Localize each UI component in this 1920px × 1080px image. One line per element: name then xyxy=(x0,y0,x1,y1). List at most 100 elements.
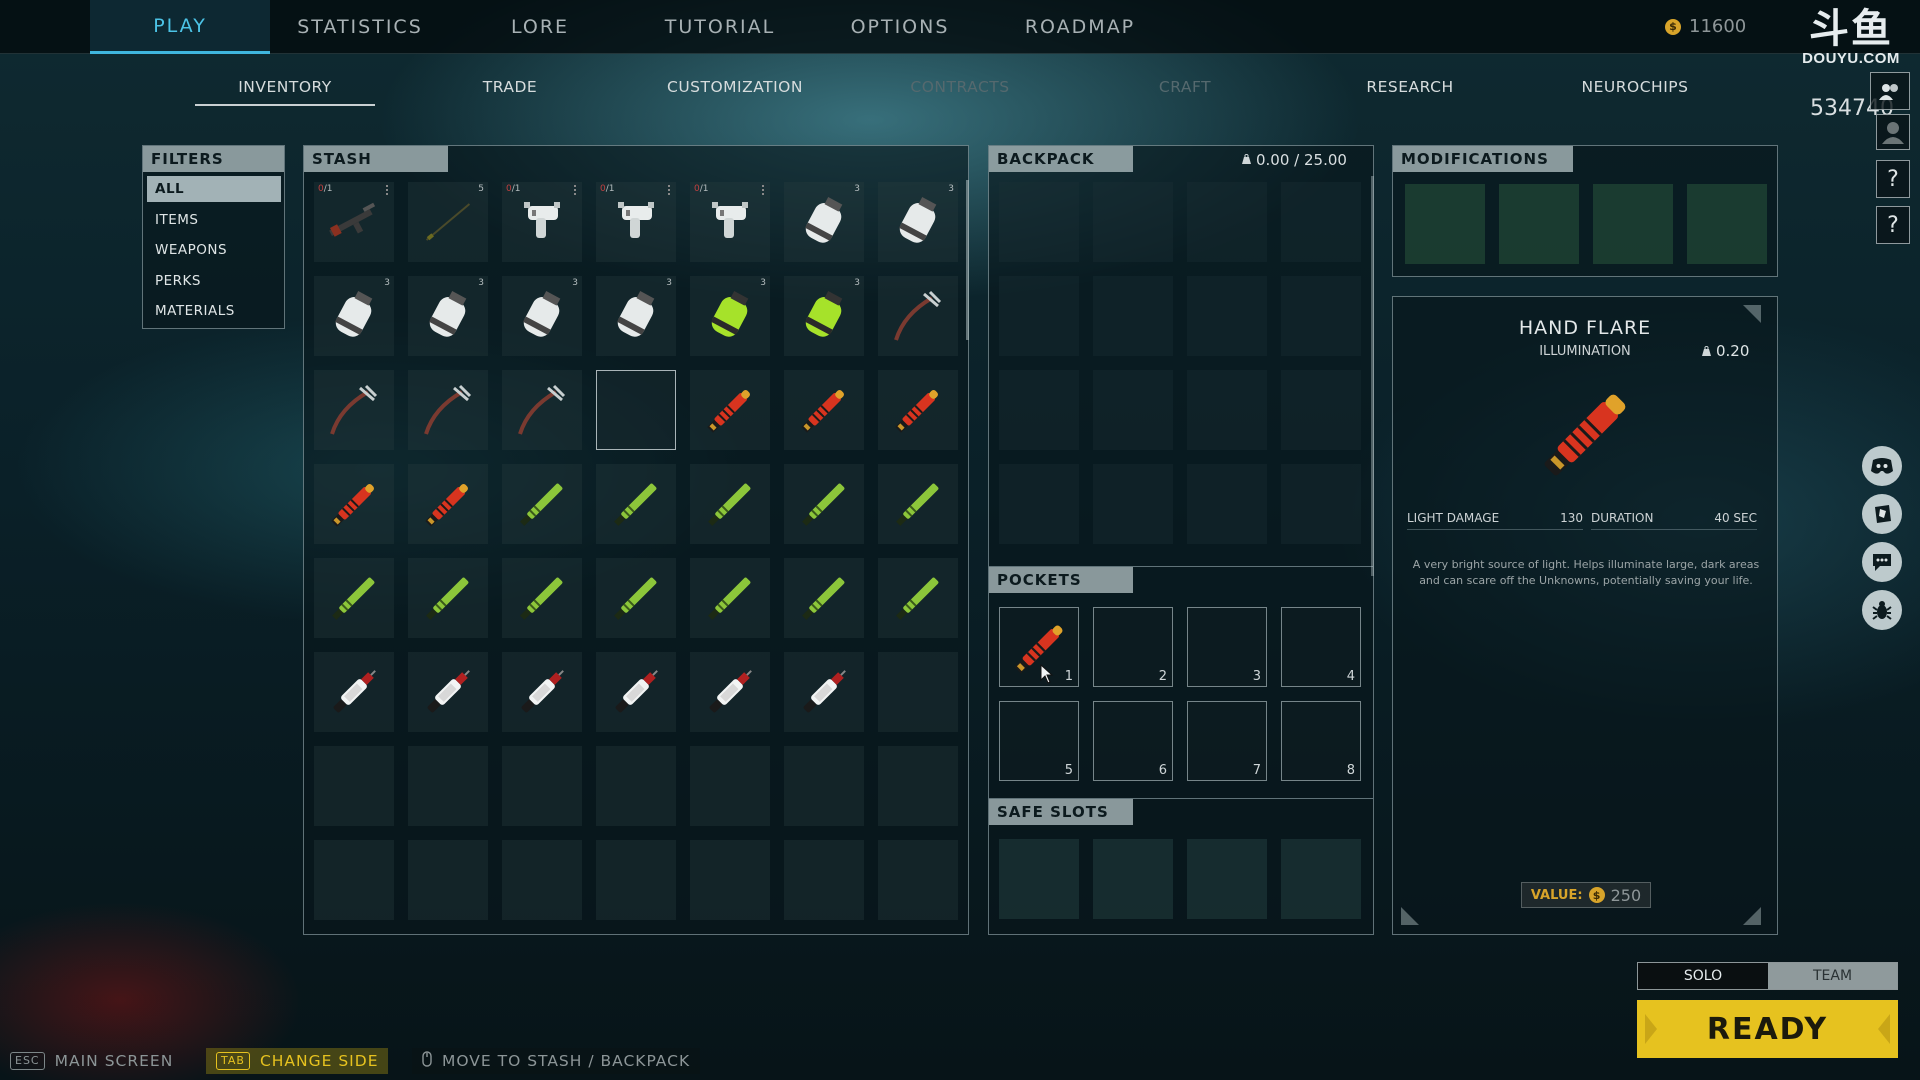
stash-slot-empty[interactable] xyxy=(408,840,488,920)
backpack-slot[interactable] xyxy=(1187,464,1267,544)
stash-scrollbar[interactable] xyxy=(966,180,969,340)
filter-items[interactable]: ITEMS xyxy=(147,207,281,233)
item-menu-icon[interactable] xyxy=(762,185,766,195)
avatar[interactable] xyxy=(1876,114,1910,150)
stash-item-syringe[interactable] xyxy=(502,652,582,732)
stash-item-flare-red[interactable] xyxy=(408,464,488,544)
backpack-scrollbar[interactable] xyxy=(1371,176,1374,576)
pocket-slot-7[interactable]: 7 xyxy=(1187,701,1267,781)
backpack-slot[interactable] xyxy=(1093,276,1173,356)
ready-button[interactable]: READY xyxy=(1637,1000,1898,1058)
subtab-inventory[interactable]: INVENTORY xyxy=(195,78,375,106)
stash-item-glowstick[interactable] xyxy=(690,464,770,544)
item-menu-icon[interactable] xyxy=(574,185,578,195)
stash-item-canister[interactable]: 3 xyxy=(596,276,676,356)
filter-materials[interactable]: MATERIALS xyxy=(147,298,281,324)
pocket-slot-6[interactable]: 6 xyxy=(1093,701,1173,781)
help-button[interactable]: ? xyxy=(1876,160,1910,198)
filter-all[interactable]: ALL xyxy=(147,176,281,202)
map-icon[interactable] xyxy=(1862,494,1902,534)
mod-slot[interactable] xyxy=(1405,184,1485,264)
stash-item-pickaxe[interactable] xyxy=(502,370,582,450)
stash-item-canister[interactable]: 3 xyxy=(784,182,864,262)
stash-item-rod[interactable]: 5 xyxy=(408,182,488,262)
stash-item-glowstick[interactable] xyxy=(878,558,958,638)
stash-item-canister-green[interactable]: 3 xyxy=(690,276,770,356)
stash-item-glowstick[interactable] xyxy=(596,464,676,544)
backpack-slot[interactable] xyxy=(1093,370,1173,450)
backpack-slot[interactable] xyxy=(1187,370,1267,450)
subtab-customization[interactable]: CUSTOMIZATION xyxy=(645,78,825,102)
item-menu-icon[interactable] xyxy=(668,185,672,195)
backpack-slot[interactable] xyxy=(1093,182,1173,262)
mode-team[interactable]: TEAM xyxy=(1768,963,1897,989)
tab-tutorial[interactable]: TUTORIAL xyxy=(630,0,810,54)
backpack-slot[interactable] xyxy=(1187,276,1267,356)
stash-item-pickaxe[interactable] xyxy=(314,370,394,450)
stash-slot-empty[interactable] xyxy=(690,840,770,920)
filter-weapons[interactable]: WEAPONS xyxy=(147,237,281,263)
mode-solo[interactable]: SOLO xyxy=(1638,963,1768,989)
stash-item-pistol[interactable]: 0/1 xyxy=(502,182,582,262)
safe-slot[interactable] xyxy=(1281,839,1361,919)
pocket-slot-8[interactable]: 8 xyxy=(1281,701,1361,781)
subtab-craft[interactable]: CRAFT xyxy=(1095,78,1275,102)
tab-play[interactable]: PLAY xyxy=(90,0,270,54)
stash-slot-empty[interactable] xyxy=(502,746,582,826)
stash-slot-empty[interactable] xyxy=(784,746,864,826)
stash-item-syringe[interactable] xyxy=(596,652,676,732)
stash-slot-empty[interactable] xyxy=(314,746,394,826)
pocket-slot-4[interactable]: 4 xyxy=(1281,607,1361,687)
chat-icon[interactable] xyxy=(1862,542,1902,582)
stash-slot-empty[interactable] xyxy=(690,746,770,826)
pocket-slot-2[interactable]: 2 xyxy=(1093,607,1173,687)
stash-item-syringe[interactable] xyxy=(690,652,770,732)
help-button[interactable]: ? xyxy=(1876,206,1910,244)
subtab-contracts[interactable]: CONTRACTS xyxy=(870,78,1050,102)
stash-item-canister[interactable]: 3 xyxy=(878,182,958,262)
stash-item-glowstick[interactable] xyxy=(408,558,488,638)
stash-item-pistol[interactable]: 0/1 xyxy=(690,182,770,262)
subtab-research[interactable]: RESEARCH xyxy=(1320,78,1500,102)
stash-item-glowstick[interactable] xyxy=(314,558,394,638)
stash-item-glowstick[interactable] xyxy=(878,464,958,544)
stash-item-pickaxe[interactable] xyxy=(408,370,488,450)
stash-item-glowstick[interactable] xyxy=(784,464,864,544)
stash-item-canister[interactable]: 3 xyxy=(408,276,488,356)
backpack-slot[interactable] xyxy=(1281,276,1361,356)
stash-item-glowstick[interactable] xyxy=(502,558,582,638)
backpack-slot[interactable] xyxy=(1187,182,1267,262)
discord-icon[interactable] xyxy=(1862,446,1902,486)
backpack-slot[interactable] xyxy=(1093,464,1173,544)
stash-item-glowstick[interactable] xyxy=(784,558,864,638)
backpack-slot[interactable] xyxy=(999,464,1079,544)
hint-main-screen[interactable]: ESC MAIN SCREEN xyxy=(0,1048,183,1074)
stash-item-pickaxe[interactable] xyxy=(878,276,958,356)
backpack-slot[interactable] xyxy=(999,276,1079,356)
stash-slot-empty[interactable] xyxy=(596,746,676,826)
stash-slot-empty[interactable] xyxy=(408,746,488,826)
tab-options[interactable]: OPTIONS xyxy=(810,0,990,54)
stash-item-glowstick[interactable] xyxy=(690,558,770,638)
stash-slot-empty[interactable] xyxy=(314,840,394,920)
tab-statistics[interactable]: STATISTICS xyxy=(270,0,450,54)
stash-item-flare-red[interactable] xyxy=(690,370,770,450)
tab-roadmap[interactable]: ROADMAP xyxy=(990,0,1170,54)
pocket-slot-5[interactable]: 5 xyxy=(999,701,1079,781)
backpack-slot[interactable] xyxy=(999,182,1079,262)
backpack-slot[interactable] xyxy=(999,370,1079,450)
stash-item-syringe[interactable] xyxy=(784,652,864,732)
stash-item-glowstick[interactable] xyxy=(596,558,676,638)
pocket-slot-1[interactable]: 1 xyxy=(999,607,1079,687)
stash-item-rifle[interactable]: 0/1 xyxy=(314,182,394,262)
safe-slot[interactable] xyxy=(1093,839,1173,919)
item-menu-icon[interactable] xyxy=(386,185,390,195)
backpack-slot[interactable] xyxy=(1281,370,1361,450)
backpack-slot[interactable] xyxy=(1281,464,1361,544)
stash-item-glowstick[interactable] xyxy=(502,464,582,544)
stash-item-flare-red[interactable] xyxy=(314,464,394,544)
bug-report-icon[interactable] xyxy=(1862,590,1902,630)
stash-slot-empty[interactable] xyxy=(878,746,958,826)
mod-slot[interactable] xyxy=(1499,184,1579,264)
stash-item-canister[interactable]: 3 xyxy=(314,276,394,356)
